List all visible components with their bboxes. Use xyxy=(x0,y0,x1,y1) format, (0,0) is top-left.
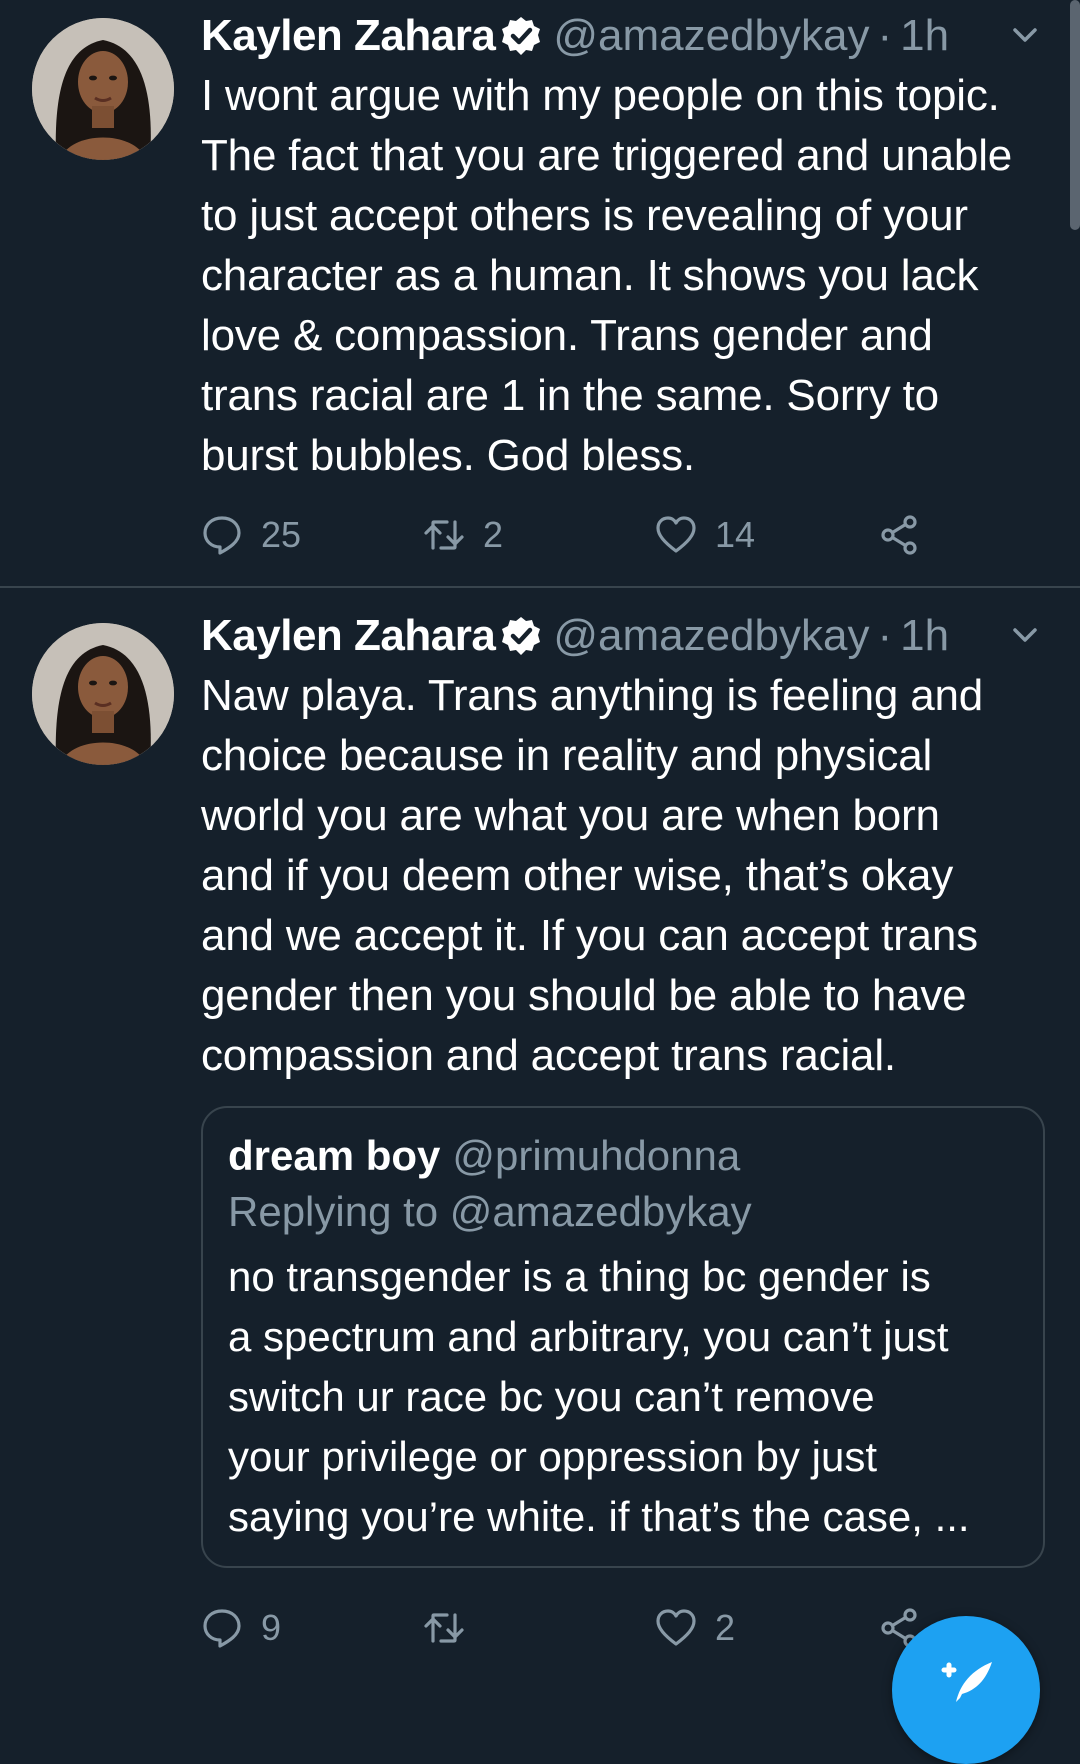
chevron-down-icon[interactable] xyxy=(1010,20,1040,50)
like-count: 14 xyxy=(715,514,756,555)
share-icon xyxy=(881,515,917,555)
tweet-header: Kaylen Zahara @amazedbykay · 1h xyxy=(201,6,1040,66)
share-button[interactable] xyxy=(879,510,921,560)
heart-icon xyxy=(656,1609,696,1646)
retweet-icon xyxy=(424,1613,464,1643)
display-name[interactable]: Kaylen Zahara xyxy=(201,611,496,661)
chevron-down-icon[interactable] xyxy=(1010,620,1040,650)
quoted-tweet[interactable]: dream boy @primuhdonna Replying to @amaz… xyxy=(201,1106,1045,1568)
replying-to-label[interactable]: Replying to @amazedbykay xyxy=(228,1188,752,1236)
reply-bubble-icon xyxy=(203,1609,241,1648)
separator-dot: · xyxy=(877,11,893,60)
avatar[interactable] xyxy=(32,18,174,160)
quoted-tweet-header: dream boy @primuhdonna xyxy=(228,1128,740,1184)
quoted-display-name: dream boy xyxy=(228,1132,441,1179)
tweet-actions: 25 2 14 xyxy=(201,510,961,560)
like-button[interactable]: 2 xyxy=(655,1603,735,1653)
like-button[interactable]: 14 xyxy=(655,510,755,560)
quoted-tweet-text: no transgender is a thing bc gender is a… xyxy=(228,1253,970,1540)
reply-button[interactable]: 9 xyxy=(201,1603,281,1653)
timeline: Kaylen Zahara @amazedbykay · 1h I wont a… xyxy=(0,0,1080,1764)
display-name[interactable]: Kaylen Zahara xyxy=(201,11,496,61)
verified-badge-icon xyxy=(501,616,541,656)
verified-badge-icon xyxy=(501,16,541,56)
reply-button[interactable]: 25 xyxy=(201,510,301,560)
quoted-handle: @primuhdonna xyxy=(452,1132,741,1179)
handle[interactable]: @amazedbykay xyxy=(553,611,869,661)
reply-count: 9 xyxy=(261,1607,282,1648)
retweet-button[interactable] xyxy=(423,1603,483,1653)
retweet-icon xyxy=(424,520,464,550)
timestamp[interactable]: 1h xyxy=(900,11,949,61)
tweet-text: I wont argue with my people on this topi… xyxy=(201,71,1013,480)
tweet-text: Naw playa. Trans anything is feeling and… xyxy=(201,671,984,1080)
reply-count: 25 xyxy=(261,514,302,555)
tweet-actions: 9 2 xyxy=(201,1603,961,1653)
retweet-button[interactable]: 2 xyxy=(423,510,503,560)
reply-bubble-icon xyxy=(203,516,241,555)
tweet[interactable]: Kaylen Zahara @amazedbykay · 1h I wont a… xyxy=(0,0,1080,588)
compose-tweet-button[interactable] xyxy=(892,1616,1040,1764)
compose-tweet-icon xyxy=(941,1662,992,1702)
tweet[interactable]: Kaylen Zahara @amazedbykay · 1h Naw play… xyxy=(0,588,1080,1683)
separator-dot: · xyxy=(877,611,893,660)
like-count: 2 xyxy=(715,1607,736,1648)
avatar[interactable] xyxy=(32,623,174,765)
handle[interactable]: @amazedbykay xyxy=(553,11,869,61)
timestamp[interactable]: 1h xyxy=(900,611,949,661)
scrollbar[interactable] xyxy=(1070,0,1080,230)
tweet-header: Kaylen Zahara @amazedbykay · 1h xyxy=(201,606,1040,666)
retweet-count: 2 xyxy=(483,514,504,555)
heart-icon xyxy=(656,516,696,553)
